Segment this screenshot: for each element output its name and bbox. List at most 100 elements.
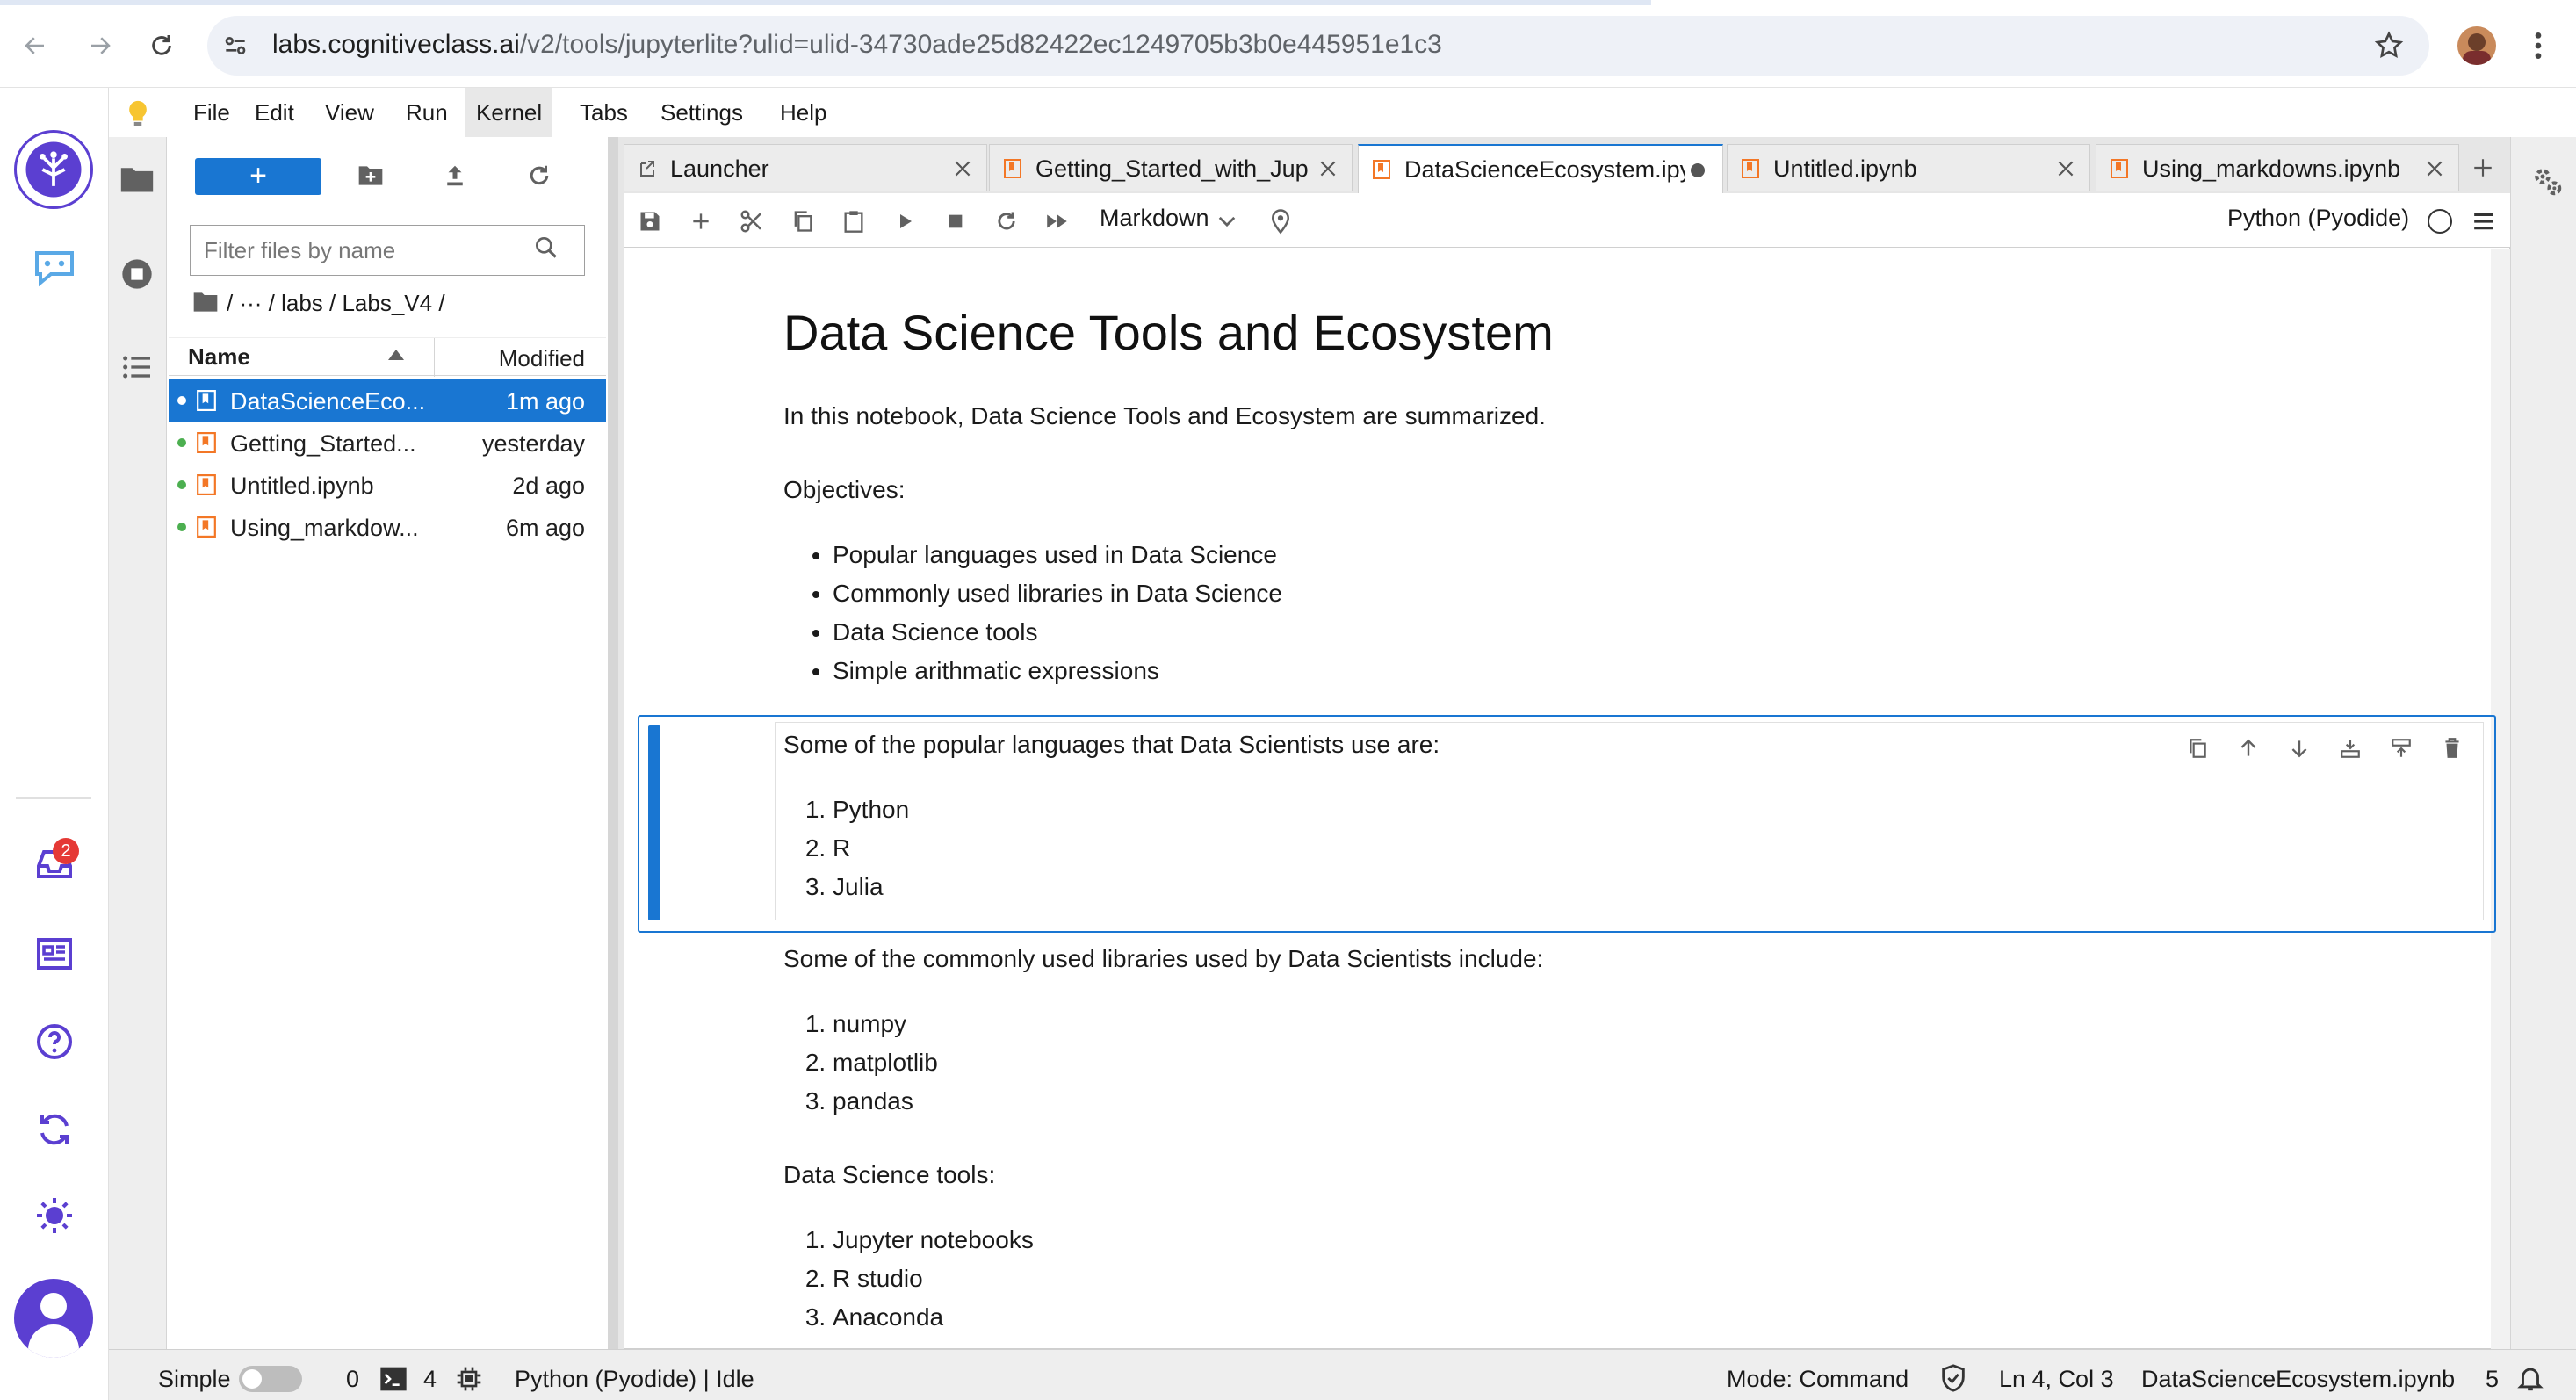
home-folder-icon[interactable] [191, 290, 220, 314]
table-of-contents-tab-icon[interactable] [119, 350, 155, 385]
cell-type-select[interactable]: Markdown [1100, 205, 1209, 232]
interrupt-kernel-icon[interactable] [936, 202, 975, 241]
insert-above-icon[interactable] [2384, 731, 2419, 766]
notebook-mode-text: Mode: Command [1727, 1366, 1909, 1392]
run-cell-icon[interactable] [885, 202, 924, 241]
delete-cell-trash-icon[interactable] [2435, 731, 2470, 766]
terminals-count[interactable]: 0 [346, 1366, 359, 1393]
insert-cell-plus-icon[interactable] [682, 202, 720, 241]
tab-untitled[interactable]: Untitled.ipynb [1727, 144, 2090, 191]
file-browser-tab-icon[interactable] [118, 162, 156, 197]
menu-help[interactable]: Help [769, 88, 837, 137]
reload-icon[interactable] [139, 23, 184, 69]
insert-below-icon[interactable] [2333, 731, 2368, 766]
close-icon[interactable] [1317, 157, 1339, 180]
menu-edit[interactable]: Edit [244, 88, 305, 137]
copy-icon[interactable] [783, 202, 822, 241]
menu-view[interactable]: View [314, 88, 385, 137]
menu-file[interactable]: File [183, 88, 241, 137]
file-modified: 2d ago [512, 473, 585, 499]
back-icon[interactable] [12, 23, 58, 69]
list-item: Simple arithmatic expressions [833, 652, 1282, 690]
browser-tab-strip [0, 0, 1651, 5]
file-row[interactable]: Using_markdow... 6m ago [169, 506, 606, 548]
notifications-count[interactable]: 5 [2486, 1366, 2499, 1393]
user-avatar-icon[interactable] [14, 1279, 93, 1358]
move-down-arrow-icon[interactable] [2282, 731, 2317, 766]
close-icon[interactable] [2423, 157, 2446, 180]
list-item: matplotlib [833, 1043, 938, 1082]
running-indicator [177, 396, 186, 405]
tab-datascienceecosystem[interactable]: DataScienceEcosystem.ipy [1358, 144, 1723, 193]
url-path: /v2/tools/jupyterlite?ulid=ulid-34730ade… [519, 30, 1442, 59]
chevron-down-icon[interactable] [1217, 214, 1237, 228]
upload-icon[interactable] [434, 155, 476, 197]
libraries-list: numpy matplotlib pandas [783, 1005, 938, 1121]
menu-kernel[interactable]: Kernel [465, 88, 553, 137]
kernel-status-idle-icon [2428, 209, 2452, 234]
profile-avatar[interactable] [2457, 26, 2496, 65]
restart-kernel-icon[interactable] [987, 202, 1026, 241]
new-folder-icon[interactable] [350, 155, 392, 197]
location-pin-icon[interactable] [1261, 202, 1300, 241]
file-row[interactable]: DataScienceEco... 1m ago [169, 379, 606, 422]
unsaved-changes-dot-icon[interactable] [1691, 163, 1705, 177]
hamburger-menu-icon[interactable] [2464, 202, 2503, 241]
duplicate-cell-icon[interactable] [2180, 731, 2215, 766]
move-up-arrow-icon[interactable] [2231, 731, 2266, 766]
column-modified-header[interactable]: Modified [499, 345, 585, 372]
menu-settings[interactable]: Settings [650, 88, 754, 137]
site-info-icon[interactable] [221, 32, 249, 60]
search-icon [532, 234, 560, 262]
panel-splitter[interactable] [608, 137, 618, 1349]
sync-icon[interactable] [33, 1108, 76, 1151]
sort-ascending-icon[interactable] [388, 349, 404, 361]
kernel-chip-icon[interactable] [455, 1365, 483, 1393]
notebook-file-icon [197, 474, 216, 495]
property-inspector-gears-icon[interactable] [2529, 163, 2565, 198]
tab-launcher[interactable]: Launcher [624, 144, 987, 191]
cut-icon[interactable] [732, 202, 771, 241]
tab-using-markdowns[interactable]: Using_markdowns.ipynb [2096, 144, 2459, 191]
notebook-file-icon [197, 516, 216, 538]
forward-icon[interactable] [77, 23, 123, 69]
list-item: Popular languages used in Data Science [833, 536, 1282, 574]
close-icon[interactable] [2054, 157, 2077, 180]
new-tab-plus-icon[interactable] [2471, 156, 2494, 179]
trusted-shield-icon[interactable] [1939, 1363, 1967, 1393]
notification-bell-icon[interactable] [2515, 1363, 2545, 1393]
help-icon[interactable] [33, 1021, 76, 1063]
cell-collapser[interactable] [648, 725, 660, 920]
list-item: Python [833, 790, 909, 829]
restart-run-all-icon[interactable] [1038, 202, 1077, 241]
cursor-position[interactable]: Ln 4, Col 3 [1999, 1366, 2114, 1393]
terminal-icon[interactable] [379, 1365, 408, 1393]
column-name-header[interactable]: Name [188, 343, 250, 371]
menu-tabs[interactable]: Tabs [569, 88, 639, 137]
list-item: numpy [833, 1005, 938, 1043]
tab-label: DataScienceEcosystem.ipy [1404, 156, 1685, 183]
news-icon[interactable] [33, 933, 76, 975]
bookmark-star-icon[interactable] [2373, 30, 2405, 61]
close-icon[interactable] [951, 157, 974, 180]
app-logo-icon[interactable] [14, 130, 93, 209]
paste-icon[interactable] [834, 202, 873, 241]
breadcrumb[interactable]: / ··· / labs / Labs_V4 / [227, 290, 445, 317]
file-row[interactable]: Getting_Started... yesterday [169, 422, 606, 464]
file-row[interactable]: Untitled.ipynb 2d ago [169, 464, 606, 506]
save-icon[interactable] [631, 202, 669, 241]
kernels-count[interactable]: 4 [423, 1366, 437, 1393]
tab-label: Getting_Started_with_Jup [1035, 155, 1309, 182]
kernel-name-button[interactable]: Python (Pyodide) [2227, 205, 2409, 232]
chat-assistant-icon[interactable] [30, 246, 79, 288]
kernel-status-text[interactable]: Python (Pyodide) | Idle [515, 1366, 754, 1393]
refresh-icon[interactable] [518, 155, 560, 197]
menu-run[interactable]: Run [395, 88, 458, 137]
new-launcher-button[interactable]: + [195, 158, 321, 195]
list-item: Julia [833, 868, 909, 906]
theme-sun-icon[interactable] [33, 1194, 76, 1237]
url-text[interactable]: labs.cognitiveclass.ai/v2/tools/jupyterl… [272, 30, 1442, 60]
running-sessions-tab-icon[interactable] [119, 256, 155, 292]
browser-menu-icon[interactable] [2529, 28, 2547, 63]
tab-getting-started[interactable]: Getting_Started_with_Jup [989, 144, 1353, 191]
